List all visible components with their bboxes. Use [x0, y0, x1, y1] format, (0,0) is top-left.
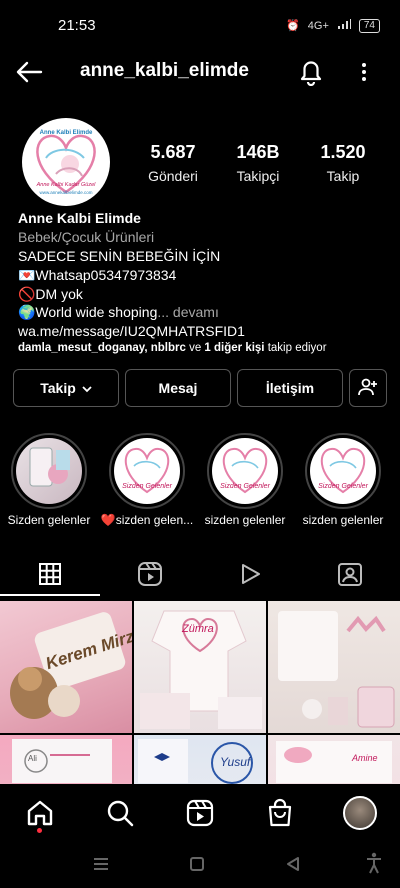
highlight-cover: Sizden Gelenler: [212, 438, 278, 504]
highlight-cover-text: Sizden Gelenler: [220, 483, 270, 490]
avatar-tag-text: Anne Kalbi Kadar Güzel: [36, 182, 96, 188]
follow-button[interactable]: Takip: [13, 369, 119, 407]
home-icon[interactable]: [25, 798, 55, 828]
stat-posts[interactable]: 5.687 Gönderi: [133, 142, 213, 184]
add-person-icon: [358, 378, 378, 399]
reels-icon: [137, 561, 163, 592]
suggest-people-button[interactable]: [349, 369, 387, 407]
post-thumbnail[interactable]: [268, 601, 400, 733]
tab-tagged[interactable]: [300, 556, 400, 596]
tab-reels[interactable]: [100, 556, 200, 596]
post-caption-text: Amine: [352, 753, 378, 763]
highlight-label: ❤️sizden gelen...: [100, 513, 194, 527]
highlight-cover: Sizden Gelenler: [114, 438, 180, 504]
stat-following-label: Takip: [326, 168, 360, 184]
chevron-down-icon: [82, 380, 92, 396]
story-highlight[interactable]: [11, 433, 87, 509]
story-highlight[interactable]: Sizden Gelenler: [109, 433, 185, 509]
followed-by-others: 1 diğer kişi: [204, 342, 265, 354]
profile-category: Bebek/Çocuk Ürünleri: [18, 229, 155, 245]
bottom-navigation: [0, 784, 400, 842]
stat-posts-label: Gönderi: [148, 168, 198, 184]
bio-more-link[interactable]: ... devamı: [157, 304, 218, 320]
battery-icon: 74: [358, 18, 380, 33]
shop-bag-icon[interactable]: [265, 798, 295, 828]
reels-nav-icon[interactable]: [185, 798, 215, 828]
post-caption-text: Zümra: [182, 623, 214, 635]
stat-following-value: 1.520: [320, 142, 366, 162]
profile-display-name: Anne Kalbi Elimde: [18, 210, 141, 226]
highlight-label: sizden gelenler: [204, 513, 286, 527]
followed-by-conj: ve: [185, 342, 205, 354]
profile-username: anne_kalbi_elimde: [80, 60, 249, 81]
bio-line: 🚫DM yok: [18, 286, 83, 302]
signal-icon: [337, 18, 351, 33]
followed-by[interactable]: damla_mesut_doganay, nblbrc ve 1 diğer k…: [18, 342, 327, 354]
status-bar: 21:53 ⏰ 4G+ 74: [0, 0, 400, 52]
tab-grid[interactable]: [0, 556, 100, 596]
notification-dot: [37, 828, 42, 833]
stat-following[interactable]: 1.520 Takip: [303, 142, 383, 184]
followed-by-suffix: takip ediyor: [264, 342, 327, 354]
highlight-label: Sizden gelenler: [7, 513, 91, 527]
back-triangle-icon[interactable]: [285, 856, 301, 877]
profile-avatar[interactable]: Anne Kalbi Elimde Anne Kalbi Kadar Güzel…: [22, 118, 110, 206]
system-navigation: [0, 842, 400, 888]
bio-line: 🌍World wide shoping: [18, 304, 158, 320]
stat-posts-value: 5.687: [150, 142, 196, 162]
bio-line-more: 🌍World wide shoping... devamı: [18, 304, 219, 321]
post-caption-text: Yusuf: [220, 755, 251, 769]
recent-apps-icon[interactable]: [92, 856, 110, 877]
follow-button-label: Takip: [40, 380, 76, 396]
highlight-cover: Sizden Gelenler: [310, 438, 376, 504]
status-time: 21:53: [58, 17, 96, 34]
network-label: 4G+: [307, 19, 329, 32]
notification-bell-icon[interactable]: [298, 58, 324, 87]
more-options-icon[interactable]: [356, 60, 372, 84]
profile-avatar-nav[interactable]: [343, 796, 377, 830]
highlight-label: sizden gelenler: [302, 513, 384, 527]
play-icon: [238, 562, 262, 591]
followed-by-names: damla_mesut_doganay, nblbrc: [18, 342, 186, 354]
highlight-cover-text: Sizden Gelenler: [122, 483, 172, 490]
story-highlight[interactable]: Sizden Gelenler: [305, 433, 381, 509]
profile-header: anne_kalbi_elimde: [0, 52, 400, 92]
alarm-icon: ⏰: [286, 20, 300, 32]
post-thumbnail[interactable]: Kerem Mirza: [0, 601, 132, 733]
tagged-person-icon: [337, 561, 363, 592]
contact-button[interactable]: İletişim: [237, 369, 343, 407]
avatar-site-text: www.annekalbielimde.com: [39, 190, 93, 195]
active-tab-indicator: [0, 594, 100, 596]
post-caption-text: Ali: [28, 754, 37, 763]
status-icons: ⏰ 4G+ 74: [286, 18, 380, 33]
avatar-brand-text: Anne Kalbi Elimde: [39, 130, 93, 136]
stat-followers-label: Takipçi: [236, 168, 280, 184]
story-highlight[interactable]: Sizden Gelenler: [207, 433, 283, 509]
bio-line: SADECE SENİN BEBEĞİN İÇİN: [18, 248, 221, 264]
tab-videos[interactable]: [200, 556, 300, 596]
highlight-cover: [16, 438, 82, 504]
back-arrow-icon[interactable]: [14, 60, 44, 84]
accessibility-icon[interactable]: [366, 852, 382, 879]
highlight-cover-text: Sizden Gelenler: [318, 483, 368, 490]
grid-icon: [38, 562, 62, 591]
stat-followers-value: 146B: [236, 142, 280, 162]
bio-link[interactable]: wa.me/message/IU2QMHATRSFID1: [18, 323, 245, 339]
search-icon[interactable]: [105, 798, 135, 828]
post-thumbnail[interactable]: Zümra: [134, 601, 266, 733]
home-square-icon[interactable]: [189, 856, 205, 877]
message-button[interactable]: Mesaj: [125, 369, 231, 407]
bio-line: 💌Whatsap05347973834: [18, 267, 177, 283]
stat-followers[interactable]: 146B Takipçi: [218, 142, 298, 184]
